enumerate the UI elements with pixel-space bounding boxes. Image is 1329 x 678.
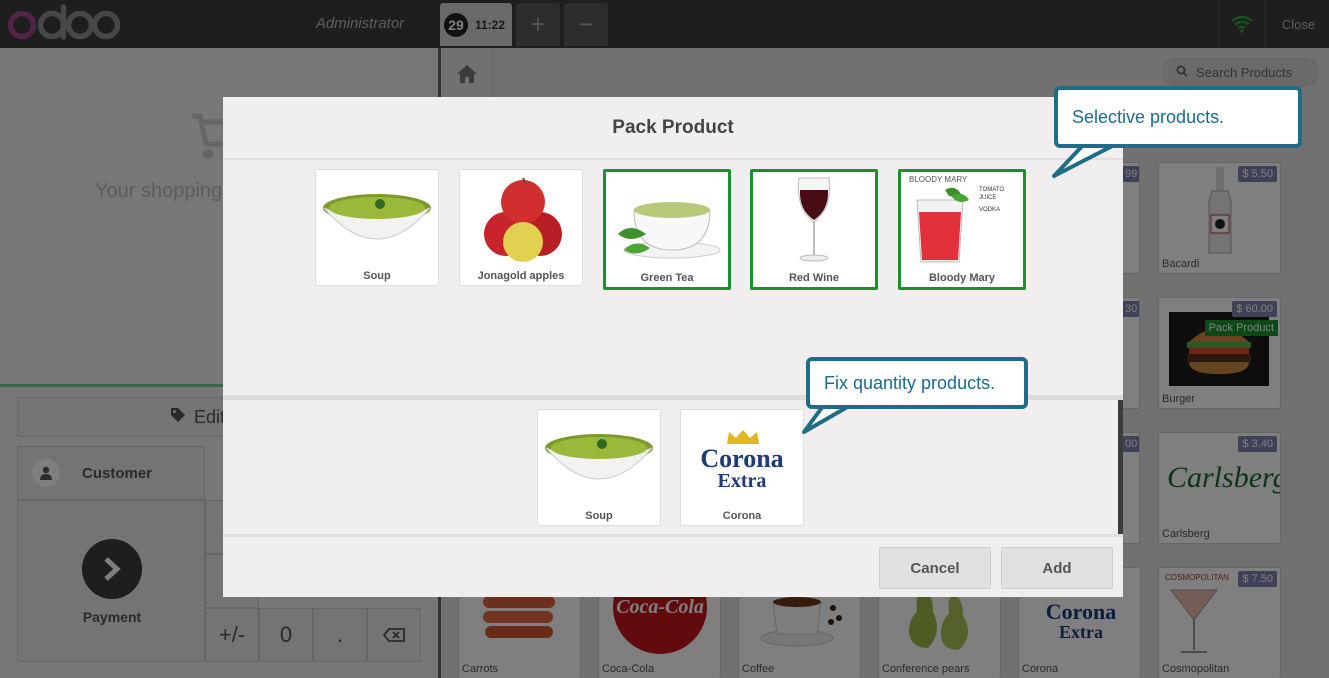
fixed-product-card[interactable]: Soup bbox=[537, 409, 661, 526]
selective-product-card[interactable]: Jonagold apples bbox=[459, 169, 583, 286]
product-name: Corona bbox=[722, 510, 762, 522]
fixed-products-area: Soup Corona Extra Corona bbox=[223, 400, 1123, 534]
pack-product-dialog: Pack Product Soup Jonagold apples Green … bbox=[223, 97, 1123, 597]
selective-products-callout: Selective products. bbox=[1054, 86, 1302, 148]
cancel-button[interactable]: Cancel bbox=[879, 547, 991, 589]
fixed-product-card[interactable]: Corona Extra Corona bbox=[680, 409, 804, 526]
selective-product-card-selected[interactable]: Red Wine bbox=[750, 169, 878, 290]
bloody-mary-image bbox=[916, 187, 969, 263]
recipe-line: TOMATO JUICE bbox=[979, 187, 1005, 201]
bloody-mary-recipe: TOMATO JUICE VODKA bbox=[979, 186, 1019, 214]
recipe-line: VODKA bbox=[979, 207, 1001, 213]
soup-image bbox=[545, 434, 653, 480]
bloody-mary-image-title: BLOODY MARY bbox=[909, 175, 968, 184]
product-name: Jonagold apples bbox=[477, 270, 565, 282]
product-name: Green Tea bbox=[640, 272, 694, 284]
selective-product-card[interactable]: Soup bbox=[315, 169, 439, 286]
corona-logo-text: Corona bbox=[700, 444, 784, 473]
red-wine-image bbox=[797, 177, 831, 262]
fixed-products-callout: Fix quantity products. bbox=[806, 357, 1028, 409]
corona-logo: Corona Extra bbox=[681, 444, 803, 493]
soup-image bbox=[323, 194, 431, 240]
scrollbar-edge bbox=[1118, 400, 1123, 534]
green-tea-image bbox=[618, 202, 721, 259]
dialog-title: Pack Product bbox=[223, 97, 1123, 160]
apples-image bbox=[484, 177, 562, 262]
selective-product-card-selected[interactable]: Green Tea bbox=[603, 169, 731, 290]
product-name: Soup bbox=[363, 270, 391, 282]
add-button[interactable]: Add bbox=[1001, 547, 1113, 589]
product-name: Red Wine bbox=[788, 272, 839, 284]
product-name: Bloody Mary bbox=[928, 272, 995, 284]
product-name: Soup bbox=[585, 510, 613, 522]
selective-product-card-selected[interactable]: BLOODY MARY TOMATO JUICE VODKA Bloody Ma… bbox=[898, 169, 1026, 290]
corona-logo-subtext: Extra bbox=[717, 470, 767, 492]
footer-separator bbox=[223, 534, 1123, 537]
